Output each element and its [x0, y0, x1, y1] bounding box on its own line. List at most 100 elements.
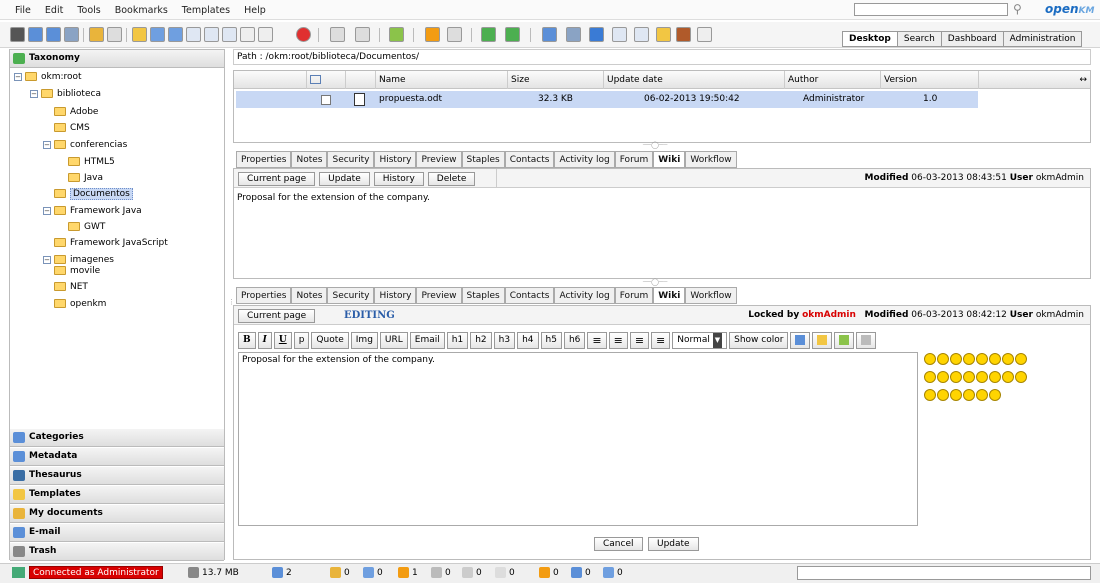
format-img-button[interactable]: Img [350, 332, 378, 349]
current-page-button[interactable]: Current page [238, 172, 316, 186]
menu-help[interactable]: Help [237, 1, 273, 18]
smiley-icon[interactable] [976, 353, 988, 365]
rename-icon[interactable] [355, 27, 370, 42]
table-row[interactable]: propuesta.odt 32.3 KB 06-02-2013 19:50:4… [236, 91, 978, 108]
align-right-icon[interactable]: ≡ [651, 332, 671, 349]
notes-icon[interactable] [634, 27, 649, 42]
tree-icon[interactable] [589, 27, 604, 42]
copy-icon[interactable] [240, 27, 255, 42]
collapse-icon[interactable]: − [30, 89, 38, 98]
collapse-icon[interactable]: − [43, 255, 51, 264]
insert-image-button[interactable] [790, 332, 811, 349]
cancel-checkout-icon[interactable] [222, 27, 237, 42]
mail-icon[interactable] [566, 27, 581, 42]
tree-node[interactable]: − Framework Java [43, 204, 142, 219]
format-select[interactable]: Normal ▼ [672, 332, 728, 349]
stack-metadata[interactable]: Metadata [10, 448, 224, 466]
status-workflows[interactable]: 0 [431, 567, 451, 579]
col-author[interactable]: Author [784, 71, 880, 89]
smiley-icon[interactable] [924, 353, 936, 365]
tree-node[interactable]: Framework JavaScript [54, 236, 168, 251]
format-email-button[interactable]: Email [409, 332, 445, 349]
tree-node[interactable]: openkm [54, 297, 106, 312]
col-date[interactable]: Update date [603, 71, 784, 89]
format-h2-button[interactable]: h2 [470, 332, 492, 349]
lower-tab-workflow[interactable]: Workflow [685, 287, 737, 303]
tab-activity-log[interactable]: Activity log [554, 151, 615, 167]
col-size[interactable]: Size [507, 71, 603, 89]
smiley-icon[interactable] [976, 389, 988, 401]
unlock-icon[interactable] [107, 27, 122, 42]
refresh-icon[interactable] [481, 27, 496, 42]
wiki-editor-textarea[interactable]: Proposal for the extension of the compan… [238, 352, 918, 526]
menu-file[interactable]: File [8, 1, 38, 18]
row-checkbox[interactable] [321, 95, 331, 105]
menu-templates[interactable]: Templates [175, 1, 237, 18]
paste-icon[interactable] [258, 27, 273, 42]
history-button[interactable]: History [373, 172, 424, 186]
format-b-button[interactable]: B [238, 332, 256, 349]
smiley-icon[interactable] [950, 371, 962, 383]
status-subscriptions[interactable]: 1 [398, 567, 418, 579]
insert-link-button[interactable] [856, 332, 877, 349]
format-quote-button[interactable]: Quote [311, 332, 349, 349]
checkin-icon[interactable] [204, 27, 219, 42]
add-document-alt-icon[interactable] [46, 27, 61, 42]
tab-history[interactable]: History [374, 151, 417, 167]
format-p-button[interactable]: p [293, 332, 310, 349]
tree-node[interactable]: GWT [68, 220, 105, 235]
add-property-group-icon[interactable] [656, 27, 671, 42]
tree-node[interactable]: − biblioteca [30, 87, 101, 102]
smiley-icon[interactable] [937, 371, 949, 383]
tab-forum[interactable]: Forum [614, 151, 654, 167]
stamp-icon[interactable] [676, 27, 691, 42]
col-version[interactable]: Version [880, 71, 978, 89]
lower-tab-activity-log[interactable]: Activity log [554, 287, 615, 303]
smiley-icon[interactable] [989, 371, 1001, 383]
lower-tab-properties[interactable]: Properties [236, 287, 292, 303]
format-url-button[interactable]: URL [379, 332, 408, 349]
align-left-icon[interactable]: ≡ [587, 332, 607, 349]
format-h4-button[interactable]: h4 [517, 332, 539, 349]
lower-tab-forum[interactable]: Forum [614, 287, 654, 303]
lock-icon[interactable] [89, 27, 104, 42]
status-message-input[interactable] [797, 566, 1091, 580]
status-tasks[interactable]: 0 [462, 567, 482, 579]
smiley-icon[interactable] [1002, 371, 1014, 383]
smiley-icon[interactable] [989, 389, 1001, 401]
delete-icon[interactable] [296, 27, 311, 42]
print-icon[interactable] [64, 27, 79, 42]
format-h5-button[interactable]: h5 [540, 332, 562, 349]
tree-node[interactable]: Java [68, 171, 103, 186]
lower-tab-notes[interactable]: Notes [291, 287, 328, 303]
quick-search-input[interactable] [854, 3, 1008, 16]
tab-workflow[interactable]: Workflow [685, 151, 737, 167]
col-status[interactable] [306, 71, 343, 89]
smiley-icon[interactable] [950, 353, 962, 365]
justify-icon[interactable]: ≡ [629, 332, 650, 349]
tree-node[interactable]: Adobe [54, 105, 98, 120]
smiley-icon[interactable] [1015, 353, 1027, 365]
tree-node[interactable]: CMS [54, 121, 90, 136]
format-h1-button[interactable]: h1 [446, 332, 469, 349]
stack-thesaurus[interactable]: Thesaurus [10, 467, 224, 485]
col-type[interactable] [345, 71, 375, 89]
clear-icon[interactable] [697, 27, 712, 42]
splitter-handle[interactable]: ┈┈◯┈┈ [640, 142, 670, 149]
tree-node[interactable]: movile [54, 264, 100, 279]
smiley-icon[interactable] [963, 353, 975, 365]
stack-templates[interactable]: Templates [10, 486, 224, 504]
update-button[interactable]: Update [319, 172, 370, 186]
splitter-handle[interactable]: ┈┈◯┈┈ [640, 279, 670, 286]
properties-icon[interactable] [612, 27, 627, 42]
tree-node[interactable]: − okm:root [14, 70, 82, 85]
smiley-icon[interactable] [963, 389, 975, 401]
lower-tab-staples[interactable]: Staples [461, 287, 505, 303]
status-locked[interactable]: 0 [330, 567, 350, 579]
new-folder-icon[interactable] [132, 27, 147, 42]
workflow-icon[interactable] [389, 27, 404, 42]
delete-button[interactable]: Delete [427, 172, 476, 186]
smiley-icon[interactable] [924, 371, 936, 383]
status-messages[interactable]: 0 [571, 567, 591, 579]
smiley-icon[interactable] [1002, 353, 1014, 365]
